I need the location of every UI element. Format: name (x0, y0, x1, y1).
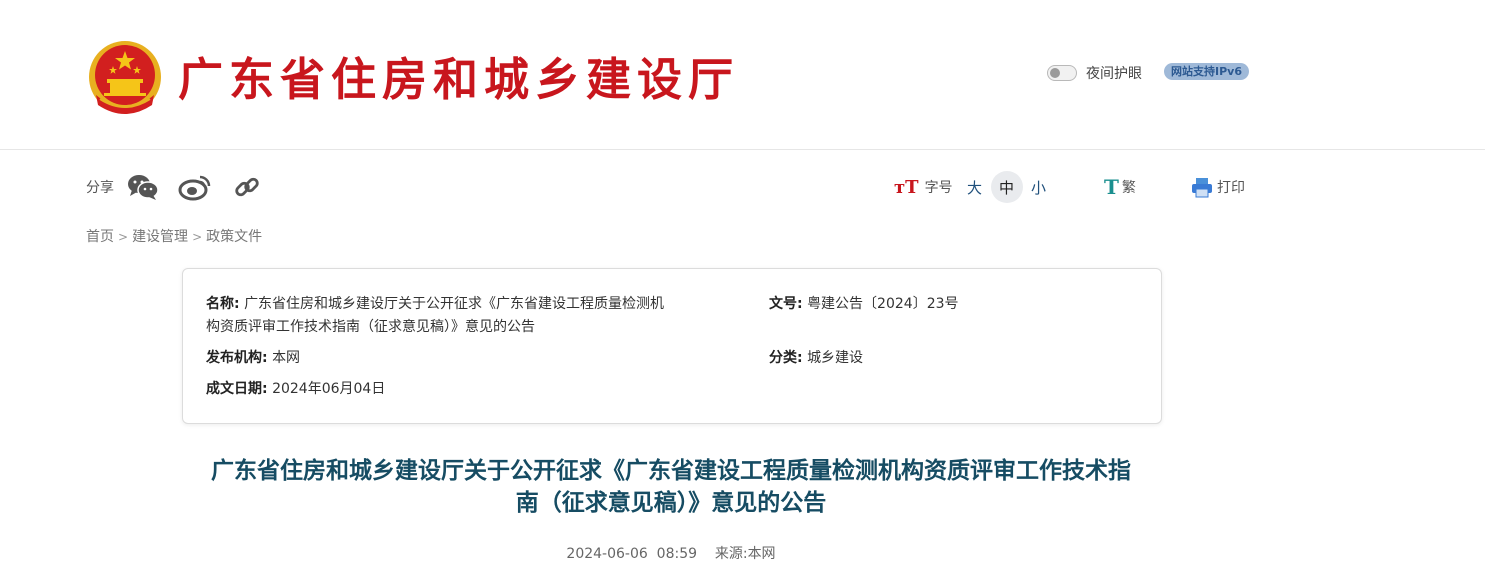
info-date-value: 2024年06月04日 (272, 381, 386, 397)
info-publisher-value: 本网 (272, 350, 301, 366)
font-size-large[interactable]: 大 (959, 171, 991, 203)
info-category-label: 分类: (769, 350, 803, 366)
info-publisher-label: 发布机构: (206, 350, 268, 366)
info-doc-no-label: 文号: (769, 296, 803, 312)
traditional-icon: T (1104, 175, 1119, 199)
share-label: 分享 (86, 180, 114, 196)
national-emblem-icon (89, 41, 161, 114)
info-publisher: 发布机构: 本网 (206, 347, 300, 370)
info-name-line2: 构资质评审工作技术指南（征求意见稿）》意见的公告 (206, 319, 535, 335)
info-name-line1: 广东省住房和城乡建设厅关于公开征求《广东省建设工程质量检测机 (244, 296, 665, 312)
weibo-icon[interactable] (178, 170, 212, 204)
source-label: 来源: (714, 546, 748, 562)
article-title-line2: 南（征求意见稿）》意见的公告 (515, 490, 827, 516)
info-name-label: 名称: (206, 296, 240, 312)
info-doc-no-value: 粤建公告〔2024〕23号 (807, 296, 959, 312)
traditional-label: 繁 (1121, 180, 1136, 196)
info-date-label: 成文日期: (206, 381, 268, 397)
publish-time: 2024-06-06 08:59 (566, 546, 698, 562)
site-title: 广东省住房和城乡建设厅 (178, 53, 740, 106)
info-category-value: 城乡建设 (807, 350, 864, 366)
night-mode-toggle[interactable]: 夜间护眼 (1047, 63, 1142, 83)
site-header: 广东省住房和城乡建设厅 夜间护眼 网站支持IPv6 (0, 0, 1485, 150)
traditional-chinese-button[interactable]: T 繁 (1104, 170, 1136, 204)
info-doc-no: 文号: 粤建公告〔2024〕23号 (769, 293, 959, 316)
info-name: 名称: 广东省住房和城乡建设厅关于公开征求《广东省建设工程质量检测机 构资质评审… (206, 293, 746, 339)
ipv6-badge: 网站支持IPv6 (1164, 63, 1249, 80)
info-category: 分类: 城乡建设 (769, 347, 863, 370)
article-title: 广东省住房和城乡建设厅关于公开征求《广东省建设工程质量检测机构资质评审工作技术指… (182, 455, 1160, 519)
breadcrumb-policy[interactable]: 政策文件 (206, 229, 262, 245)
breadcrumb-home[interactable]: 首页 (86, 229, 114, 245)
font-size-label: 字号 (924, 180, 953, 196)
toggle-switch[interactable] (1047, 65, 1077, 81)
info-date: 成文日期: 2024年06月04日 (206, 378, 385, 401)
font-size-small[interactable]: 小 (1023, 171, 1055, 203)
font-size-tools: ᴛT 字号 大 中 小 (894, 170, 1055, 204)
night-mode-label: 夜间护眼 (1086, 66, 1142, 82)
print-label: 打印 (1217, 180, 1245, 196)
printer-icon (1192, 178, 1212, 198)
wechat-icon[interactable] (126, 170, 160, 204)
link-icon[interactable] (230, 170, 264, 204)
share-bar: 分享 (86, 170, 282, 204)
font-size-icon: ᴛT (894, 176, 919, 198)
print-button[interactable]: 打印 (1191, 170, 1245, 204)
font-size-medium[interactable]: 中 (990, 171, 1023, 203)
breadcrumb: 首页 > 建设管理 > 政策文件 (86, 229, 263, 245)
document-info-box: 名称: 广东省住房和城乡建设厅关于公开征求《广东省建设工程质量检测机 构资质评审… (182, 268, 1162, 424)
article-title-line1: 广东省住房和城乡建设厅关于公开征求《广东省建设工程质量检测机构资质评审工作技术指 (211, 458, 1131, 484)
source-value: 本网 (747, 546, 776, 562)
article-meta: 2024-06-06 08:59 来源:本网 (182, 543, 1160, 563)
breadcrumb-construction[interactable]: 建设管理 (132, 229, 188, 245)
